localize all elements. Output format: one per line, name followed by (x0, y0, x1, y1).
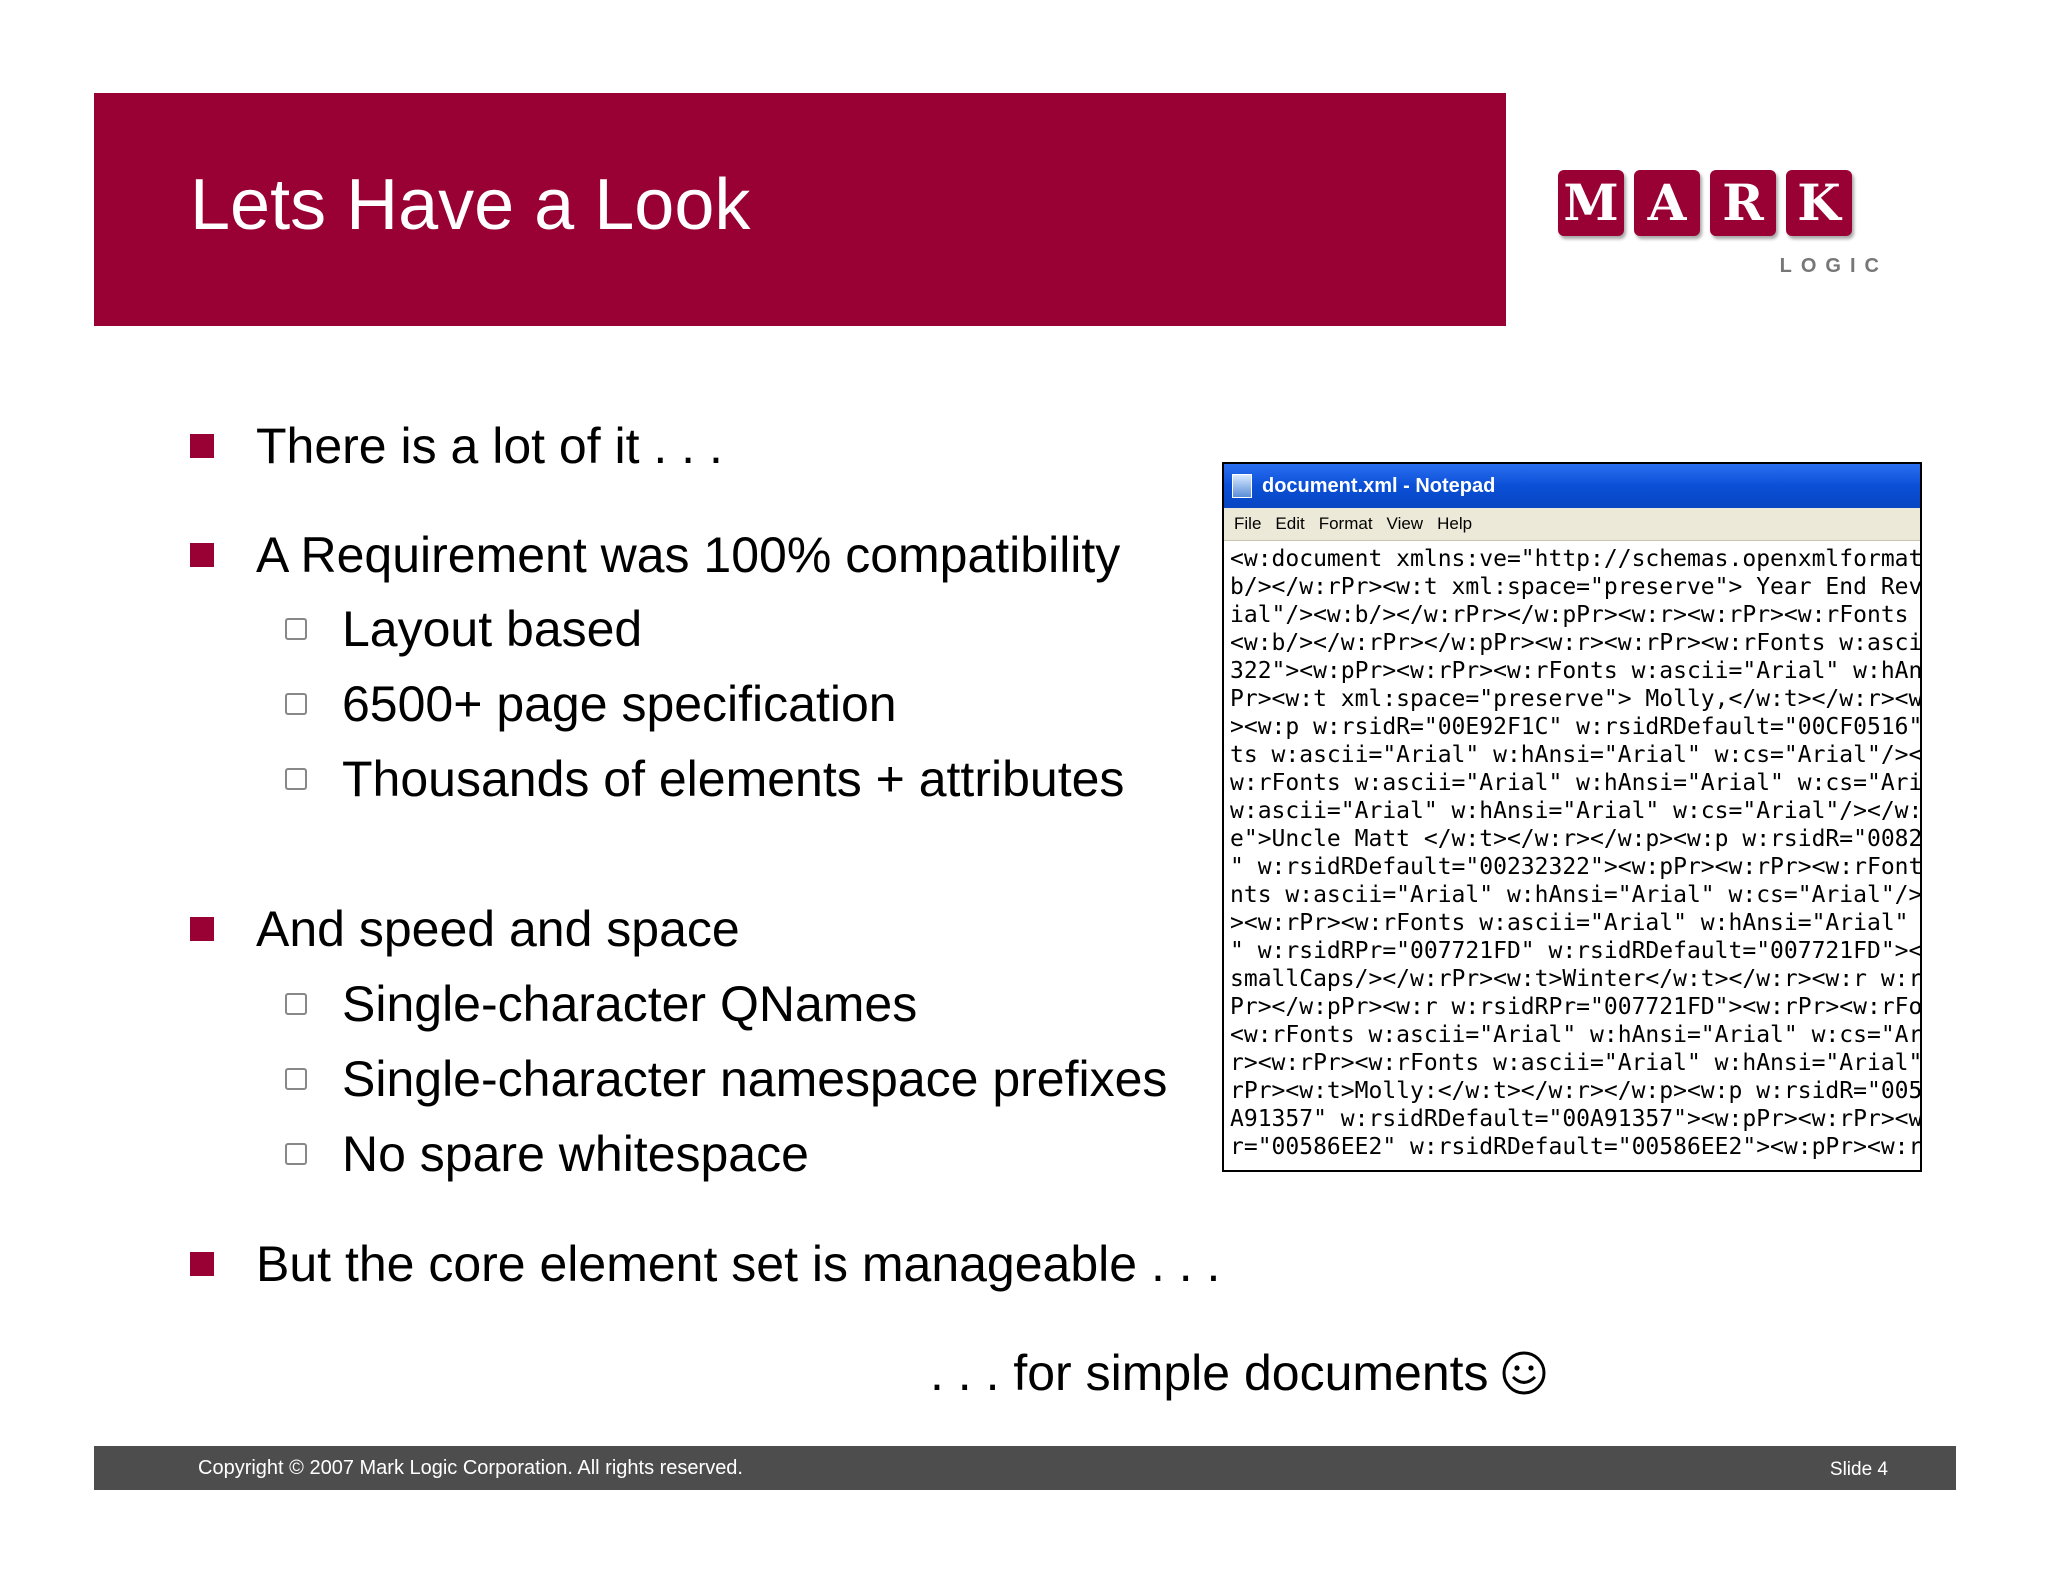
sub-bullet-box-icon (285, 1068, 307, 1090)
sub-bullet-box-icon (285, 768, 307, 790)
xml-line: A91357" w:rsidRDefault="00A91357"><w:pPr… (1230, 1106, 1922, 1132)
xml-line: w:rFonts w:ascii="Arial" w:hAnsi="Arial"… (1230, 770, 1922, 796)
closing-line: . . . for simple documents (930, 1348, 1547, 1398)
menu-format: Format (1318, 514, 1373, 533)
sub-bullet-text: 6500+ page specification (342, 676, 897, 732)
bullet-item: There is a lot of it . . . (190, 421, 723, 471)
notepad-text-area: <w:document xmlns:ve="http://schemas.ope… (1224, 541, 1920, 1161)
bullet-text: But the core element set is manageable .… (256, 1236, 1221, 1292)
title-band: Lets Have a Look (94, 93, 1506, 326)
xml-line: <w:rFonts w:ascii="Arial" w:hAnsi="Arial… (1230, 1022, 1922, 1048)
xml-line: w:ascii="Arial" w:hAnsi="Arial" w:cs="Ar… (1230, 798, 1922, 824)
sub-bullet-text: Thousands of elements + attributes (342, 751, 1125, 807)
sub-bullet-item: Single-character namespace prefixes (285, 1054, 1167, 1104)
logo-tile-m: M (1558, 170, 1624, 236)
xml-line: ial"/><w:b/></w:rPr></w:pPr><w:r><w:rPr>… (1230, 602, 1922, 628)
xml-line: smallCaps/></w:rPr><w:t>Winter</w:t></w:… (1230, 966, 1922, 992)
sub-bullet-box-icon (285, 618, 307, 640)
bullet-square-icon (190, 917, 214, 941)
sub-bullet-text: Single-character namespace prefixes (342, 1051, 1168, 1107)
bullet-text: A Requirement was 100% compatibility (256, 527, 1121, 583)
sub-bullet-item: Thousands of elements + attributes (285, 754, 1124, 804)
xml-line: rPr><w:t>Molly:</w:t></w:r></w:p><w:p w:… (1230, 1078, 1922, 1104)
xml-line: <w:b/></w:rPr></w:pPr><w:r><w:rPr><w:rFo… (1230, 630, 1922, 656)
xml-line: ><w:rPr><w:rFonts w:ascii="Arial" w:hAns… (1230, 910, 1922, 936)
xml-line: b/></w:rPr><w:t xml:space="preserve"> Ye… (1230, 574, 1922, 600)
sub-bullet-text: Single-character QNames (342, 976, 918, 1032)
logo-tile-r: R (1710, 170, 1776, 236)
closing-text: . . . for simple documents (930, 1345, 1489, 1401)
xml-line: " w:rsidRDefault="00232322"><w:pPr><w:rP… (1230, 854, 1922, 880)
menu-view: View (1386, 514, 1424, 533)
slide-title: Lets Have a Look (190, 165, 751, 245)
menu-edit: Edit (1275, 514, 1305, 533)
notepad-title: document.xml - Notepad (1262, 474, 1496, 497)
sub-bullet-box-icon (285, 693, 307, 715)
logo-letters: M A R K (1558, 170, 1898, 236)
xml-line: e">Uncle Matt </w:t></w:r></w:p><w:p w:r… (1230, 826, 1922, 852)
xml-line: nts w:ascii="Arial" w:hAnsi="Arial" w:cs… (1230, 882, 1922, 908)
marklogic-logo: M A R K LOGIC (1558, 170, 1898, 280)
copyright-text: Copyright © 2007 Mark Logic Corporation.… (198, 1457, 743, 1479)
sub-bullet-text: No spare whitespace (342, 1126, 809, 1182)
logo-subtitle: LOGIC (1779, 255, 1888, 277)
footer-bar: Copyright © 2007 Mark Logic Corporation.… (94, 1446, 1956, 1490)
menu-help: Help (1437, 514, 1473, 533)
sub-bullet-item: No spare whitespace (285, 1129, 809, 1179)
bullet-square-icon (190, 434, 214, 458)
smiley-icon (1502, 1351, 1546, 1395)
sub-bullet-item: Layout based (285, 604, 642, 654)
xml-line: r="00586EE2" w:rsidRDefault="00586EE2"><… (1230, 1134, 1922, 1160)
xml-line: ts w:ascii="Arial" w:hAnsi="Arial" w:cs=… (1230, 742, 1922, 768)
xml-line: <w:document xmlns:ve="http://schemas.ope… (1230, 546, 1922, 572)
bullet-item: A Requirement was 100% compatibility (190, 530, 1120, 580)
slide-number: Slide 4 (1829, 1459, 1888, 1480)
sub-bullet-text: Layout based (342, 601, 643, 657)
xml-line: 322"><w:pPr><w:rPr><w:rFonts w:ascii="Ar… (1230, 658, 1922, 684)
bullet-item: And speed and space (190, 904, 740, 954)
sub-bullet-item: 6500+ page specification (285, 679, 897, 729)
logo-tile-k: K (1786, 170, 1852, 236)
xml-line: " w:rsidRPr="007721FD" w:rsidRDefault="0… (1230, 938, 1922, 964)
menu-file: File (1234, 514, 1262, 533)
logo-tile-a: A (1634, 170, 1700, 236)
notepad-menubar: File Edit Format View Help (1224, 508, 1920, 541)
xml-line: ><w:p w:rsidR="00E92F1C" w:rsidRDefault=… (1230, 714, 1922, 740)
bullet-item: But the core element set is manageable .… (190, 1239, 1220, 1289)
bullet-text: There is a lot of it . . . (256, 418, 723, 474)
bullet-text: And speed and space (256, 901, 740, 957)
xml-line: r><w:rPr><w:rFonts w:ascii="Arial" w:hAn… (1230, 1050, 1922, 1076)
xml-line: Pr></w:pPr><w:r w:rsidRPr="007721FD"><w:… (1230, 994, 1922, 1020)
notepad-document-icon (1232, 474, 1252, 498)
xml-line: Pr><w:t xml:space="preserve"> Molly,</w:… (1230, 686, 1922, 712)
bullet-square-icon (190, 543, 214, 567)
sub-bullet-box-icon (285, 1143, 307, 1165)
notepad-titlebar: document.xml - Notepad (1224, 464, 1920, 508)
sub-bullet-item: Single-character QNames (285, 979, 917, 1029)
notepad-screenshot: document.xml - Notepad File Edit Format … (1222, 462, 1922, 1172)
bullet-square-icon (190, 1252, 214, 1276)
sub-bullet-box-icon (285, 993, 307, 1015)
